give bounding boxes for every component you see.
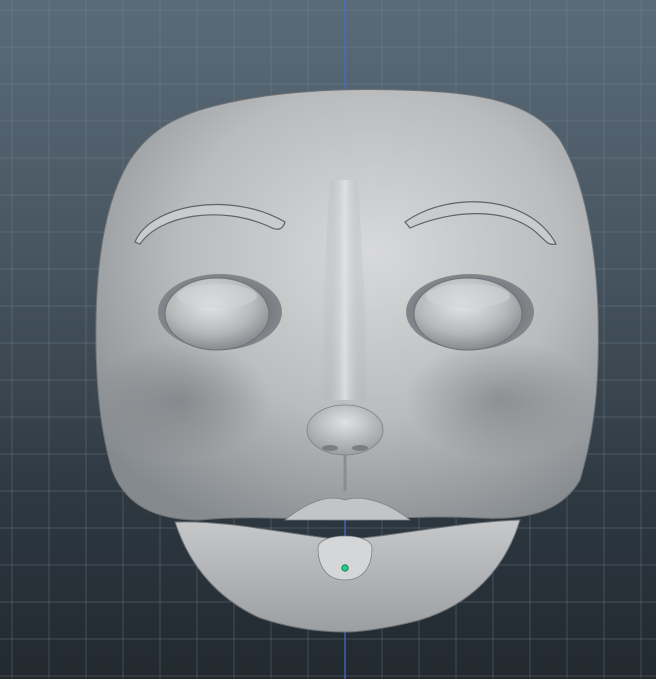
3d-viewport[interactable]	[0, 0, 656, 679]
viewport-canvas[interactable]	[0, 0, 656, 679]
cheek-shadow-right	[405, 340, 595, 460]
cheek-shadow-left	[90, 340, 270, 460]
eye-right[interactable]	[413, 277, 523, 351]
eyelid-left	[177, 284, 257, 308]
nose[interactable]	[306, 404, 384, 456]
eye-left[interactable]	[164, 277, 270, 351]
jaw-mesh[interactable]	[174, 519, 521, 633]
selected-vertex[interactable]	[341, 564, 349, 572]
nostril-left	[322, 445, 338, 451]
eyelid-right	[426, 284, 510, 308]
nostril-right	[352, 445, 368, 451]
